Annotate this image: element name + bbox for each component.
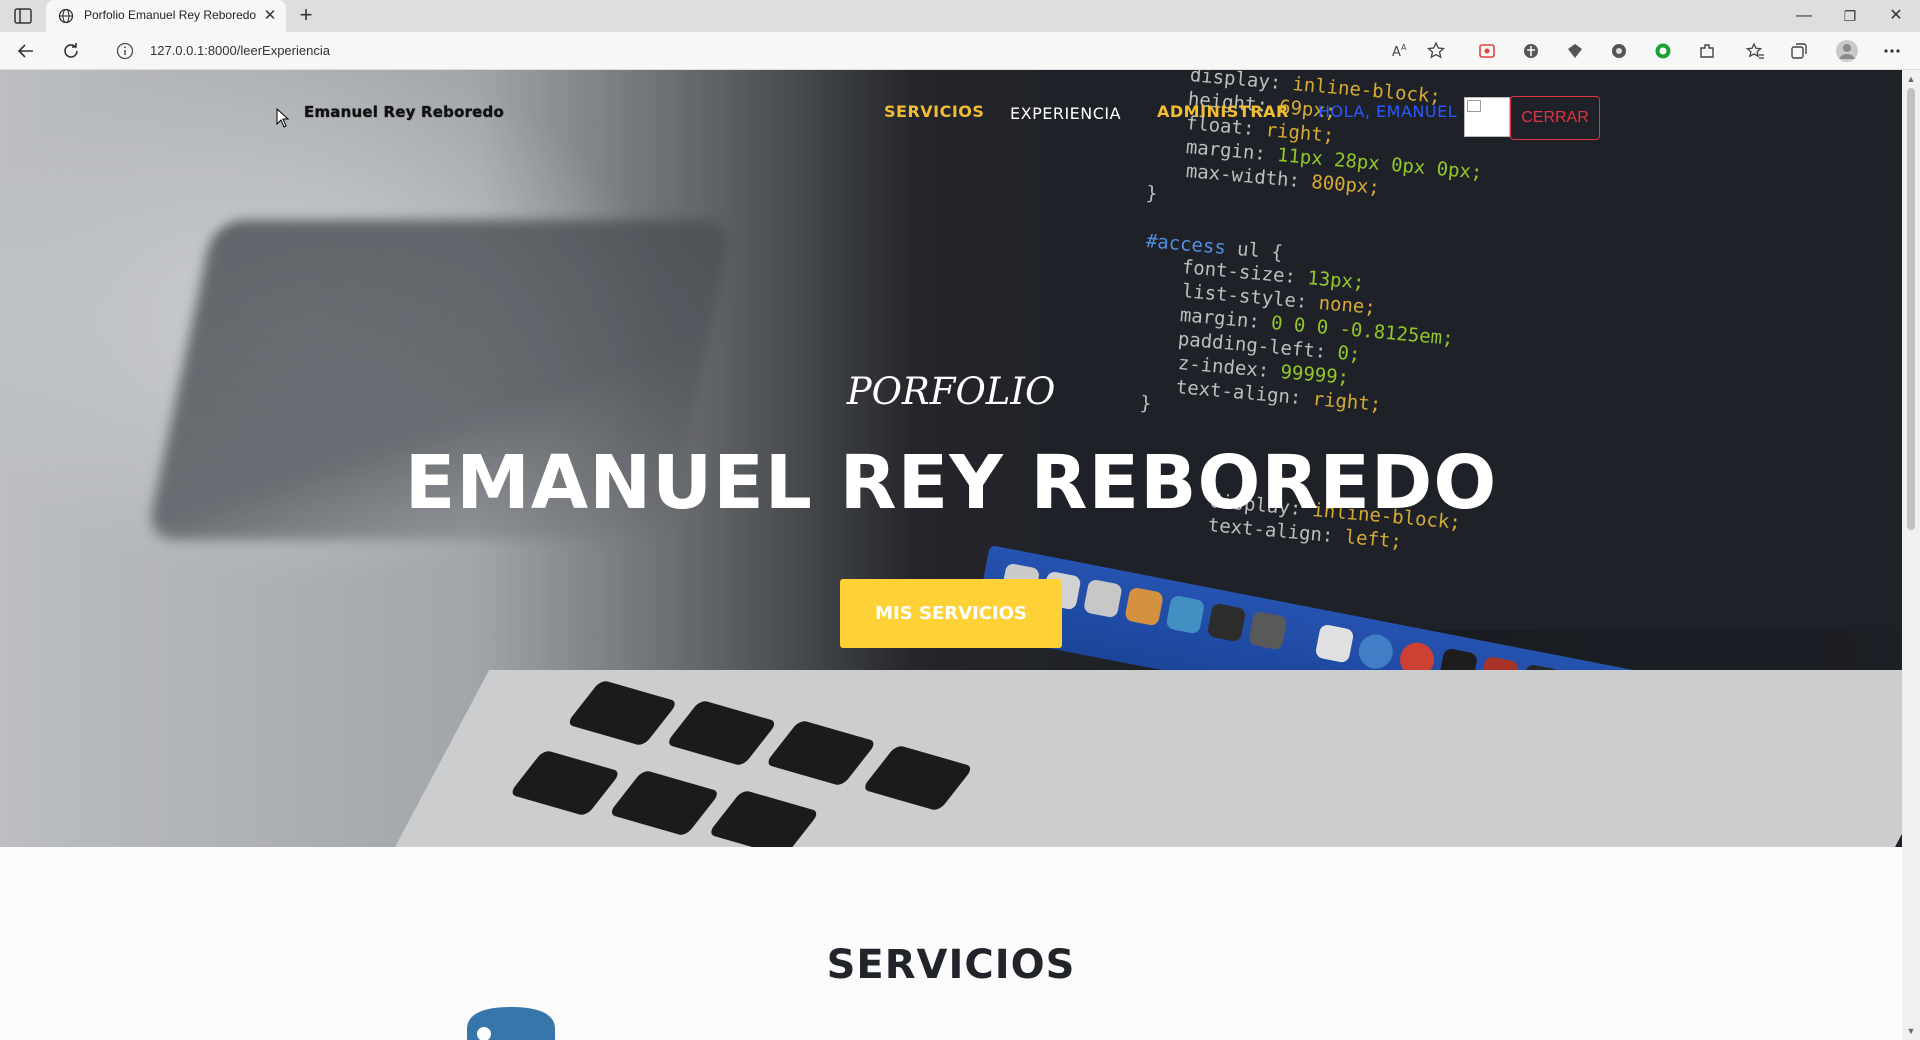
minimize-button[interactable]: — <box>1784 4 1824 28</box>
globe-icon <box>58 8 74 24</box>
window-close-button[interactable]: ✕ <box>1876 4 1916 28</box>
more-icon[interactable] <box>1882 41 1902 61</box>
scroll-up-arrow-icon[interactable]: ▲ <box>1906 74 1916 84</box>
nav-link-administrar[interactable]: ADMINISTRAR <box>1157 102 1289 121</box>
nav-link-servicios[interactable]: SERVICIOS <box>884 102 984 121</box>
extension-icon[interactable] <box>1521 41 1541 61</box>
favorites-icon[interactable] <box>1745 41 1765 61</box>
tab-close-icon[interactable]: ✕ <box>260 6 280 26</box>
hero-title: EMANUEL REY REBOREDO <box>404 440 1498 526</box>
profile-icon[interactable] <box>1835 39 1859 63</box>
collections-icon[interactable] <box>1789 41 1809 61</box>
favorite-add-icon[interactable] <box>1426 41 1446 61</box>
scroll-down-arrow-icon[interactable]: ▼ <box>1906 1026 1916 1036</box>
extension-icon[interactable] <box>1565 41 1585 61</box>
site-info-icon[interactable] <box>116 42 134 60</box>
mis-servicios-button[interactable]: MIS SERVICIOS <box>840 579 1062 648</box>
user-avatar-image <box>1464 97 1510 137</box>
python-logo-icon <box>467 1007 555 1040</box>
reload-icon[interactable] <box>61 41 81 61</box>
hero-section: display: inline-block; height: 69px; flo… <box>0 70 1902 847</box>
logout-button[interactable]: CERRAR <box>1510 96 1600 140</box>
read-aloud-icon[interactable]: AA <box>1390 41 1410 61</box>
svg-text:A: A <box>1401 43 1407 52</box>
extensions-puzzle-icon[interactable] <box>1697 41 1717 61</box>
browser-toolbar: 127.0.0.1:8000/leerExperiencia AA <box>0 32 1920 70</box>
site-brand-link[interactable]: Emanuel Rey Reboredo <box>304 103 504 121</box>
mouse-cursor-icon <box>276 108 290 128</box>
web-page: display: inline-block; height: 69px; flo… <box>0 70 1902 1040</box>
user-greeting: HOLA, EMANUEL <box>1318 102 1458 121</box>
tab-title: Porfolio Emanuel Rey Reboredo <box>84 8 257 22</box>
back-arrow-icon[interactable] <box>16 41 36 61</box>
hero-subtitle: PORFOLIO <box>846 370 1056 413</box>
scrollbar-thumb[interactable] <box>1907 88 1915 530</box>
address-bar-url[interactable]: 127.0.0.1:8000/leerExperiencia <box>150 43 330 58</box>
extension-icon[interactable] <box>1609 41 1629 61</box>
restore-button[interactable]: ❐ <box>1830 4 1870 28</box>
nav-link-experiencia[interactable]: EXPERIENCIA <box>1010 104 1121 123</box>
broken-image-icon <box>1467 100 1481 112</box>
servicios-section-title: SERVICIOS <box>826 942 1076 988</box>
browser-tab-active[interactable]: Porfolio Emanuel Rey Reboredo ✕ <box>46 0 286 32</box>
browser-tab-bar: Porfolio Emanuel Rey Reboredo ✕ + — ❐ ✕ <box>0 0 1920 32</box>
extension-green-icon[interactable] <box>1653 41 1673 61</box>
new-tab-button[interactable]: + <box>294 4 318 28</box>
page-scrollbar[interactable]: ▲ ▼ <box>1902 70 1920 1040</box>
svg-text:A: A <box>1392 45 1401 60</box>
extension-pdf-icon[interactable] <box>1477 41 1497 61</box>
tab-actions-icon[interactable] <box>12 6 34 26</box>
